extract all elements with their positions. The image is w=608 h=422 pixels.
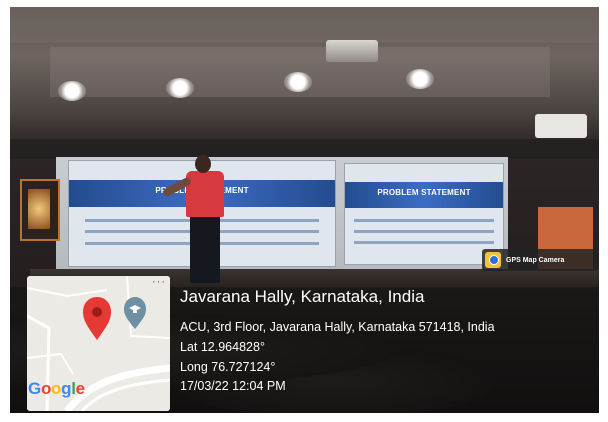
- projection-screen-right: PROBLEM STATEMENT: [344, 163, 504, 265]
- lamp-glow: [28, 189, 50, 229]
- slide-title: PROBLEM STATEMENT: [377, 188, 471, 197]
- more-options-icon[interactable]: ···: [152, 276, 166, 288]
- presenter-body: [186, 171, 224, 217]
- location-map-thumbnail[interactable]: ··· Google: [27, 276, 170, 411]
- ceiling-light: [406, 69, 434, 89]
- datetime-line: 17/03/22 12:04 PM: [180, 379, 286, 393]
- ceiling-light: [284, 72, 312, 92]
- wall-band: [10, 139, 599, 159]
- slide-row: [354, 230, 494, 233]
- slide-row: [354, 241, 494, 244]
- gps-map-camera-badge: GPS Map Camera: [482, 249, 598, 271]
- air-conditioner: [535, 114, 587, 138]
- google-logo: Google: [28, 379, 85, 399]
- google-logo-letter: g: [61, 379, 72, 398]
- longitude-line: Long 76.727124°: [180, 360, 276, 374]
- address-line: ACU, 3rd Floor, Javarana Hally, Karnatak…: [180, 320, 495, 334]
- projector: [326, 40, 378, 62]
- screenshot-frame: PROBLEM STATEMENT PROBLEM STATEMENT GPS …: [0, 0, 608, 422]
- presenter-head: [195, 155, 211, 173]
- google-logo-letter: o: [51, 379, 62, 398]
- latitude-line: Lat 12.964828°: [180, 340, 265, 354]
- slide-row: [354, 219, 494, 222]
- wall-decoration: [20, 179, 60, 241]
- gps-badge-label: GPS Map Camera: [506, 256, 565, 264]
- google-logo-letter: e: [75, 379, 85, 398]
- ceiling-light: [58, 81, 86, 101]
- presenter-legs: [190, 215, 220, 283]
- google-logo-letter: o: [40, 379, 52, 398]
- gps-map-camera-app-icon: [485, 252, 501, 268]
- ceiling-panel: [10, 7, 599, 43]
- ceiling-light: [166, 78, 194, 98]
- location-title: Javarana Hally, Karnataka, India: [180, 287, 425, 306]
- google-logo-letter: G: [28, 379, 41, 398]
